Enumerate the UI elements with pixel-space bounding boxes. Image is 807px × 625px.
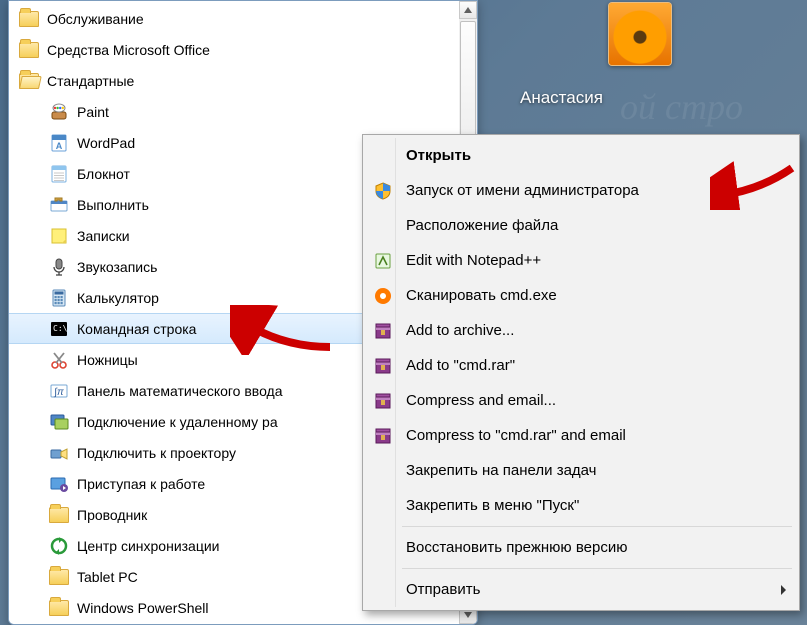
paint-icon (49, 102, 69, 122)
svg-text:C:\: C:\ (53, 324, 68, 333)
context-item-1[interactable]: Запуск от имени администратора (366, 173, 796, 208)
start-item-label: Звукозапись (77, 259, 157, 275)
context-item-label: Закрепить на панели задач (406, 462, 597, 479)
start-item-label: Средства Microsoft Office (47, 42, 210, 58)
winrar-icon (372, 355, 394, 377)
context-item-label: Edit with Notepad++ (406, 252, 541, 269)
start-item-3[interactable]: Paint (9, 96, 477, 127)
start-item-label: Стандартные (47, 73, 134, 89)
math-icon: ∫π (49, 381, 69, 401)
shield-icon (372, 180, 394, 202)
context-item-label: Add to "cmd.rar" (406, 357, 515, 374)
avast-icon (372, 285, 394, 307)
folder-icon (19, 40, 39, 60)
username-label: Анастасия (520, 88, 603, 108)
context-menu: Открыть Запуск от имени администратора Рас… (362, 134, 800, 611)
snip-icon (49, 350, 69, 370)
user-picture[interactable] (608, 2, 672, 66)
explorer-icon (49, 505, 69, 525)
context-item-label: Отправить (406, 581, 480, 598)
start-item-label: WordPad (77, 135, 135, 151)
context-item-6[interactable]: Add to "cmd.rar" (366, 348, 796, 383)
start-item-label: Приступая к работе (77, 476, 205, 492)
start-item-label: Панель математического ввода (77, 383, 283, 399)
start-item-label: Обслуживание (47, 11, 144, 27)
winrar-icon (372, 425, 394, 447)
background-ghost-text: ой стро (620, 86, 743, 128)
calc-icon (49, 288, 69, 308)
context-item-11[interactable]: Восстановить прежнюю версию (366, 530, 796, 565)
context-item-9[interactable]: Закрепить на панели задач (366, 453, 796, 488)
start-item-label: Paint (77, 104, 109, 120)
winrar-icon (372, 320, 394, 342)
sync-icon (49, 536, 69, 556)
context-item-label: Compress to "cmd.rar" and email (406, 427, 626, 444)
rdc-icon (49, 412, 69, 432)
context-item-12[interactable]: Отправить (366, 572, 796, 607)
start-item-0[interactable]: Обслуживание (9, 3, 477, 34)
start-item-label: Командная строка (77, 321, 196, 337)
scroll-up-button[interactable] (459, 1, 477, 19)
notepad-icon (49, 164, 69, 184)
context-item-label: Закрепить в меню "Пуск" (406, 497, 579, 514)
start-item-label: Калькулятор (77, 290, 159, 306)
start-item-label: Выполнить (77, 197, 149, 213)
submenu-arrow-icon (781, 585, 786, 595)
getting-started-icon (49, 474, 69, 494)
svg-text:∫π: ∫π (53, 387, 64, 398)
svg-text:A: A (56, 141, 63, 151)
context-item-label: Запуск от имени администратора (406, 182, 639, 199)
start-item-label: Блокнот (77, 166, 130, 182)
start-item-label: Windows PowerShell (77, 600, 209, 616)
context-item-5[interactable]: Add to archive... (366, 313, 796, 348)
context-separator (402, 568, 792, 569)
context-item-10[interactable]: Закрепить в меню "Пуск" (366, 488, 796, 523)
sticky-icon (49, 226, 69, 246)
context-item-label: Add to archive... (406, 322, 514, 339)
folder-icon (49, 567, 69, 587)
folder-icon (19, 9, 39, 29)
start-item-label: Записки (77, 228, 130, 244)
start-item-label: Проводник (77, 507, 147, 523)
context-item-2[interactable]: Расположение файла (366, 208, 796, 243)
start-item-label: Tablet PC (77, 569, 138, 585)
context-separator (402, 526, 792, 527)
context-item-label: Восстановить прежнюю версию (406, 539, 627, 556)
projector-icon (49, 443, 69, 463)
folder-open-icon (19, 71, 39, 91)
npp-icon (372, 250, 394, 272)
start-item-1[interactable]: Средства Microsoft Office (9, 34, 477, 65)
context-item-label: Compress and email... (406, 392, 556, 409)
wordpad-icon: A (49, 133, 69, 153)
context-item-label: Сканировать cmd.exe (406, 287, 557, 304)
context-item-4[interactable]: Сканировать cmd.exe (366, 278, 796, 313)
start-item-label: Ножницы (77, 352, 138, 368)
context-item-0[interactable]: Открыть (366, 138, 796, 173)
run-icon (49, 195, 69, 215)
start-item-label: Центр синхронизации (77, 538, 220, 554)
context-item-8[interactable]: Compress to "cmd.rar" and email (366, 418, 796, 453)
start-item-label: Подключение к удаленному ра (77, 414, 278, 430)
context-item-label: Открыть (406, 147, 471, 164)
context-item-label: Расположение файла (406, 217, 558, 234)
context-item-3[interactable]: Edit with Notepad++ (366, 243, 796, 278)
cmd-icon: C:\ (49, 319, 69, 339)
start-item-label: Подключить к проектору (77, 445, 236, 461)
context-item-7[interactable]: Compress and email... (366, 383, 796, 418)
winrar-icon (372, 390, 394, 412)
start-item-2[interactable]: Стандартные (9, 65, 477, 96)
folder-icon (49, 598, 69, 618)
mic-icon (49, 257, 69, 277)
